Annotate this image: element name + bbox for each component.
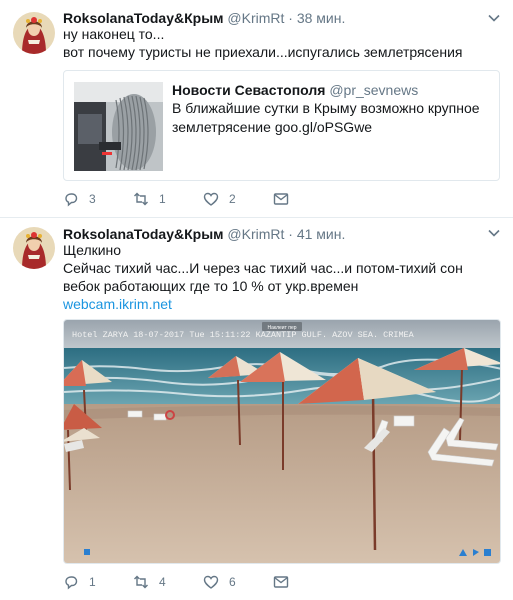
chevron-down-icon[interactable] xyxy=(487,11,501,25)
retweet-button[interactable]: 4 xyxy=(133,572,166,592)
tweet-link[interactable]: webcam.ikrim.net xyxy=(63,295,501,313)
timestamp[interactable]: 38 мин. xyxy=(297,10,346,26)
author-name[interactable]: RoksolanaToday&Крым xyxy=(63,226,224,242)
like-button[interactable]: 2 xyxy=(203,189,236,209)
author-handle[interactable]: @KrimRt xyxy=(227,10,284,26)
reply-count: 3 xyxy=(89,192,96,206)
direct-message-button[interactable] xyxy=(273,572,289,592)
quote-link[interactable]: goo.gl/oPSGwe xyxy=(275,119,372,135)
tweet-text: ну наконец то... вот почему туристы не п… xyxy=(63,25,501,61)
like-button[interactable]: 6 xyxy=(203,572,236,592)
tweet-line: Щелкино xyxy=(63,242,122,258)
avatar[interactable] xyxy=(13,12,55,54)
webcam-overlay-text: Hotel ZARYA 18-07-2017 Tue 15:11:22 KAZA… xyxy=(72,330,415,340)
like-icon xyxy=(203,192,219,206)
retweet-icon xyxy=(134,192,148,206)
reply-icon xyxy=(65,193,78,207)
media-image[interactable]: Hotel ZARYA 18-07-2017 Tue 15:11:22 KAZA… xyxy=(63,319,501,564)
retweet-icon xyxy=(134,575,148,589)
quote-thumbnail xyxy=(74,82,163,171)
separator-dot: · xyxy=(288,226,293,242)
separator-dot: · xyxy=(288,10,293,26)
reply-icon xyxy=(65,576,78,590)
retweet-button[interactable]: 1 xyxy=(133,189,166,209)
webcam-badge-text: Наклеит пер xyxy=(267,325,296,331)
like-count: 6 xyxy=(229,575,236,589)
direct-message-button[interactable] xyxy=(273,189,289,209)
dm-icon xyxy=(273,576,289,588)
tweet-line: вебок работающих где то 10 % от укр.врем… xyxy=(63,278,359,294)
reply-button[interactable]: 3 xyxy=(63,189,96,209)
tweet-2[interactable]: RoksolanaToday&Крым @KrimRt · 41 мин. Ще… xyxy=(0,218,513,600)
reply-count: 1 xyxy=(89,575,96,589)
tweet-line: Сейчас тихий час...И через час тихий час… xyxy=(63,260,463,276)
tweet-line: вот почему туристы не приехали...испугал… xyxy=(63,44,463,60)
reply-button[interactable]: 1 xyxy=(63,572,96,592)
avatar[interactable] xyxy=(13,227,55,269)
quote-header: Новости Севастополя @pr_sevnews xyxy=(172,81,418,99)
author-name[interactable]: RoksolanaToday&Крым xyxy=(63,10,224,26)
author-handle[interactable]: @KrimRt xyxy=(227,226,284,242)
tweet-line: ну наконец то... xyxy=(63,26,165,42)
quote-author-handle[interactable]: @pr_sevnews xyxy=(329,82,418,98)
timestamp[interactable]: 41 мин. xyxy=(297,226,346,242)
retweet-count: 1 xyxy=(159,192,166,206)
chevron-down-icon[interactable] xyxy=(487,226,501,240)
quote-author-name[interactable]: Новости Севастополя xyxy=(172,82,325,98)
like-count: 2 xyxy=(229,192,236,206)
tweet-text: Щелкино Сейчас тихий час...И через час т… xyxy=(63,241,501,313)
quote-text: В ближайшие сутки в Крыму возможно крупн… xyxy=(172,99,490,137)
tweet-1[interactable]: RoksolanaToday&Крым @KrimRt · 38 мин. ну… xyxy=(0,0,513,218)
like-icon xyxy=(203,575,219,589)
retweet-count: 4 xyxy=(159,575,166,589)
dm-icon xyxy=(273,193,289,205)
quoted-tweet[interactable]: Новости Севастополя @pr_sevnews В ближай… xyxy=(63,70,500,181)
